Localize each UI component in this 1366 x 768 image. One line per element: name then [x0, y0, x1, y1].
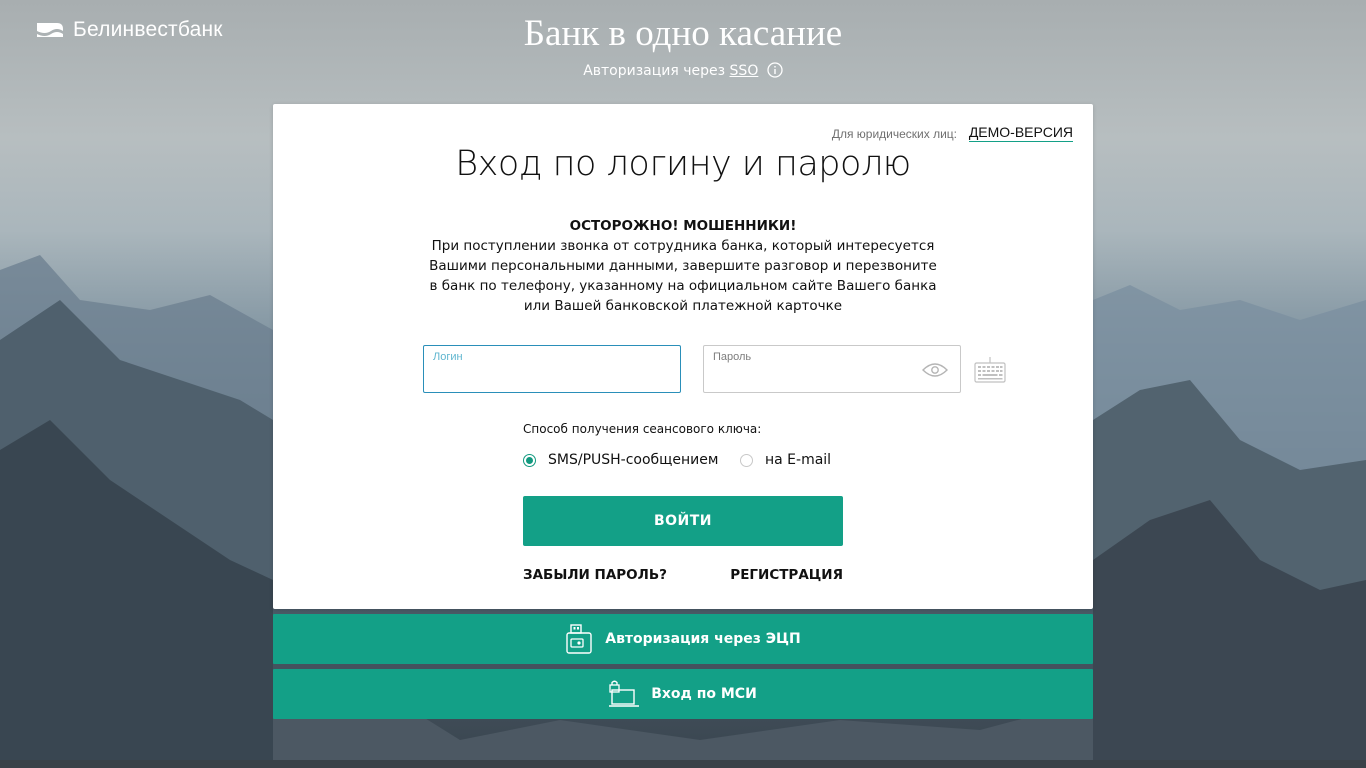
bottom-strip — [0, 760, 1366, 768]
fraud-warning-line: При поступлении звонка от сотрудника бан… — [431, 238, 935, 254]
keyboard-icon[interactable] — [974, 357, 1006, 383]
demo-version-link[interactable]: ДЕМО-ВЕРСИЯ — [968, 124, 1073, 142]
password-input[interactable] — [713, 366, 913, 388]
radio-email[interactable]: на E-mail — [740, 452, 831, 468]
sso-line: Авторизация через SSO — [0, 62, 1366, 79]
forgot-password-link[interactable]: ЗАБЫЛИ ПАРОЛЬ? — [523, 567, 667, 583]
fraud-warning-line: в банк по телефону, указанному на официа… — [429, 278, 937, 294]
password-field[interactable]: Пароль — [703, 345, 961, 393]
ecp-auth-label: Авторизация через ЭЦП — [605, 631, 801, 647]
radio-sms-push-label: SMS/PUSH-сообщением — [548, 452, 719, 468]
password-label: Пароль — [713, 351, 752, 363]
msi-login-label: Вход по МСИ — [651, 686, 757, 702]
eye-icon[interactable] — [922, 362, 948, 378]
radio-sms-push-indicator[interactable] — [523, 453, 536, 467]
fraud-warning-line: Вашими персональными данными, завершите … — [429, 258, 937, 274]
sso-link[interactable]: SSO — [730, 63, 759, 79]
login-field[interactable]: Логин — [423, 345, 681, 393]
session-key-label: Способ получения сеансового ключа: — [523, 422, 762, 436]
fraud-warning-line: или Вашей банковской платежной карточке — [523, 298, 843, 314]
register-link[interactable]: РЕГИСТРАЦИЯ — [730, 567, 843, 583]
login-label: Логин — [433, 351, 463, 363]
sso-prefix: Авторизация через — [583, 63, 726, 79]
page-title: Банк в одно касание — [523, 13, 843, 54]
login-input[interactable] — [433, 366, 633, 388]
radio-email-label: на E-mail — [765, 452, 832, 468]
msi-login-button[interactable]: Вход по МСИ — [273, 669, 1093, 719]
login-title: Вход по логину и паролю — [455, 144, 911, 184]
fraud-warning-title: ОСТОРОЖНО! МОШЕННИКИ! — [569, 218, 797, 234]
usb-token-icon — [566, 624, 592, 654]
radio-sms-push[interactable]: SMS/PUSH-сообщением — [523, 452, 718, 468]
login-button[interactable]: ВОЙТИ — [523, 496, 843, 546]
ecp-auth-button[interactable]: Авторизация через ЭЦП — [273, 614, 1093, 664]
login-card: Для юридических лиц: ДЕМО-ВЕРСИЯ Вход по… — [273, 104, 1093, 609]
radio-email-indicator[interactable] — [740, 453, 753, 467]
laptop-lock-icon — [609, 680, 640, 707]
legal-entities-label: Для юридических лиц: — [831, 127, 957, 141]
fraud-warning: ОСТОРОЖНО! МОШЕННИКИ! При поступлении зв… — [403, 216, 963, 316]
info-icon[interactable] — [767, 62, 783, 78]
